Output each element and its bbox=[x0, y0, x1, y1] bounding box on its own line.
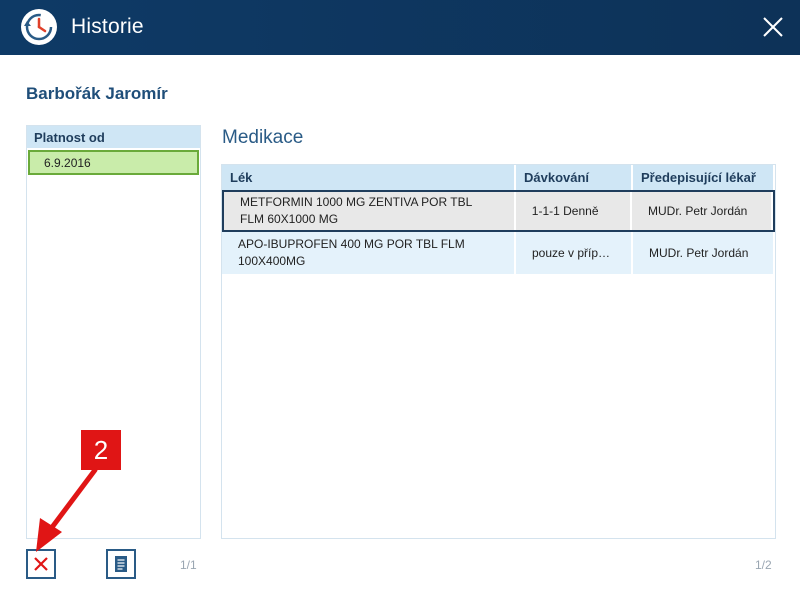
document-button[interactable] bbox=[106, 549, 136, 579]
section-title-medication: Medikace bbox=[222, 127, 304, 148]
column-header-drug[interactable]: Lék bbox=[222, 165, 516, 190]
cell-dosage: pouze v příp… bbox=[516, 232, 633, 274]
x-icon bbox=[34, 557, 48, 571]
patient-name: Barbořák Jaromír bbox=[26, 84, 168, 103]
clock-history-icon bbox=[21, 9, 57, 45]
close-icon[interactable] bbox=[760, 14, 786, 40]
drug-name-line1: METFORMIN 1000 MG ZENTIVA POR TBL bbox=[240, 195, 473, 209]
column-header-doctor[interactable]: Předepisující lékař bbox=[633, 165, 775, 190]
cell-doctor: MUDr. Petr Jordán bbox=[633, 232, 775, 274]
validity-header: Platnost od bbox=[27, 126, 200, 148]
cell-drug: METFORMIN 1000 MG ZENTIVA POR TBL FLM 60… bbox=[224, 192, 516, 230]
validity-list: Platnost od 6.9.2016 bbox=[26, 125, 201, 539]
window-title: Historie bbox=[71, 15, 144, 38]
medication-table: Lék Dávkování Předepisující lékař METFOR… bbox=[221, 164, 776, 539]
drug-name-line1: APO-IBUPROFEN 400 MG POR TBL FLM bbox=[238, 237, 465, 251]
cell-doctor: MUDr. Petr Jordán bbox=[632, 192, 773, 230]
annotation-step-badge: 2 bbox=[81, 430, 121, 470]
delete-button[interactable] bbox=[26, 549, 56, 579]
table-header: Lék Dávkování Předepisující lékař bbox=[222, 165, 775, 190]
table-row[interactable]: APO-IBUPROFEN 400 MG POR TBL FLM 100X400… bbox=[222, 232, 775, 274]
column-header-dosage[interactable]: Dávkování bbox=[516, 165, 633, 190]
validity-pager: 1/1 bbox=[180, 558, 197, 572]
drug-name-line2: 100X400MG bbox=[238, 254, 306, 268]
cell-dosage: 1-1-1 Denně bbox=[516, 192, 632, 230]
cell-drug: APO-IBUPROFEN 400 MG POR TBL FLM 100X400… bbox=[222, 232, 516, 274]
medication-pager: 1/2 bbox=[755, 558, 772, 572]
validity-item-selected[interactable]: 6.9.2016 bbox=[28, 150, 199, 175]
table-row[interactable]: METFORMIN 1000 MG ZENTIVA POR TBL FLM 60… bbox=[222, 190, 775, 232]
title-bar: Historie bbox=[0, 0, 800, 55]
document-icon bbox=[115, 556, 127, 572]
drug-name-line2: FLM 60X1000 MG bbox=[240, 212, 339, 226]
